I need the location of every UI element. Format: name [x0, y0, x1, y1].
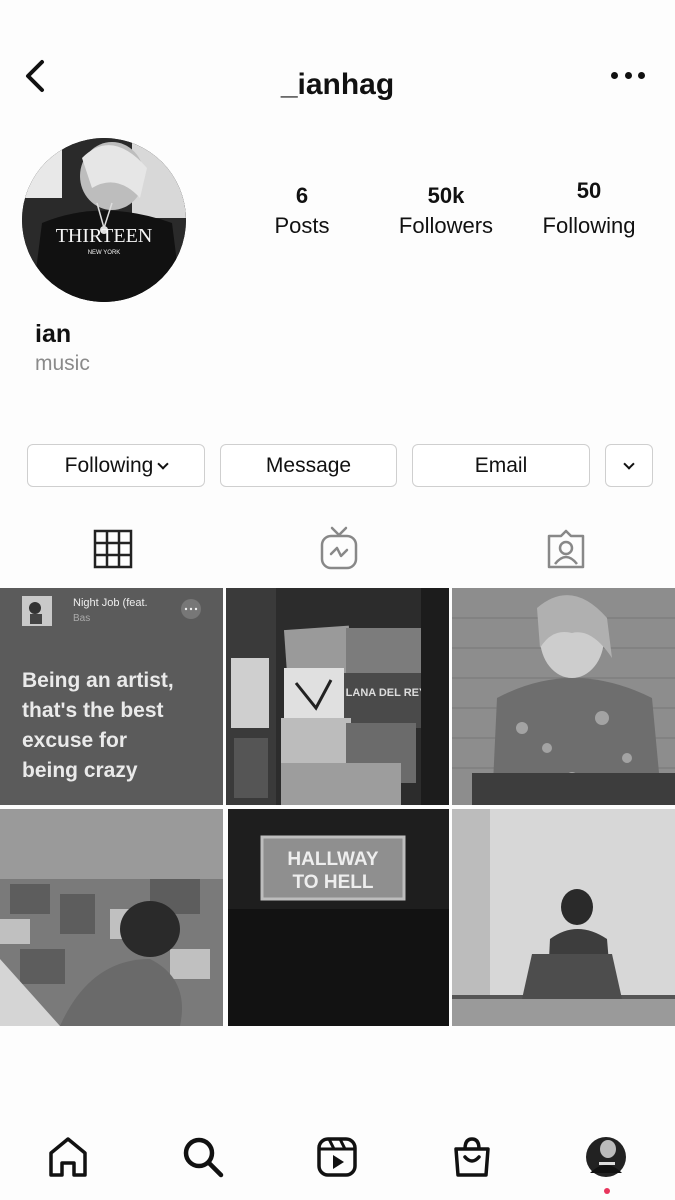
- following-button[interactable]: Following: [27, 444, 205, 487]
- more-options-button[interactable]: [611, 64, 645, 86]
- profile-display-name: ian: [35, 320, 72, 348]
- email-button[interactable]: Email: [412, 444, 590, 487]
- avatar-photo: THIRTEEN NEW YORK: [22, 138, 186, 302]
- post-thumbnail-2[interactable]: LANA DEL REY: [226, 588, 449, 805]
- profile-bio: music: [35, 352, 90, 375]
- dot: [638, 71, 645, 79]
- sign-line-2: TO HELL: [293, 872, 374, 893]
- posts-label: Posts: [274, 213, 330, 238]
- shop-icon: [454, 1137, 490, 1177]
- song-artist: Bas: [73, 613, 90, 624]
- tab-posts-grid[interactable]: [88, 524, 138, 574]
- grid-icon: [93, 529, 133, 569]
- search-icon: [183, 1137, 224, 1178]
- post-thumbnail-6[interactable]: [452, 809, 675, 1026]
- profile-avatar-icon: [586, 1137, 626, 1177]
- post-thumbnail-5[interactable]: HALLWAY TO HELL: [228, 809, 449, 1026]
- following-label: Following: [542, 213, 636, 238]
- quote-line: being crazy: [22, 759, 138, 782]
- nav-profile[interactable]: [581, 1132, 631, 1182]
- dot: [611, 71, 618, 79]
- followers-stat[interactable]: 50k Followers: [386, 183, 506, 239]
- avatar-shirt-subtext: NEW YORK: [88, 250, 121, 256]
- message-button-label: Message: [265, 453, 352, 477]
- profile-header: _ianhag: [0, 0, 675, 130]
- chevron-down-icon: [157, 457, 170, 470]
- message-button[interactable]: Message: [220, 444, 397, 487]
- following-stat[interactable]: 50 Following: [529, 178, 649, 239]
- profile-username: _ianhag: [280, 68, 395, 101]
- igtv-icon: [320, 526, 358, 570]
- suggestions-dropdown-button[interactable]: [605, 444, 653, 487]
- song-title: Night Job (feat.: [73, 597, 148, 609]
- nav-shop[interactable]: [447, 1132, 497, 1182]
- notification-dot: [604, 1188, 610, 1194]
- nav-home[interactable]: [43, 1132, 93, 1182]
- tab-tagged[interactable]: [541, 524, 591, 574]
- email-button-label: Email: [474, 453, 528, 477]
- bottom-navigation: [0, 1110, 675, 1200]
- avatar-shirt-text: THIRTEEN: [56, 225, 153, 247]
- reels-icon: [317, 1137, 357, 1177]
- post-thumbnail-3[interactable]: [452, 588, 675, 805]
- posts-stat[interactable]: 6 Posts: [252, 183, 352, 239]
- dot: [624, 71, 632, 79]
- quote-line: that's the best: [22, 699, 164, 722]
- post-thumbnail-1[interactable]: Night Job (feat. Bas Being an artist, th…: [0, 588, 223, 805]
- quote-line: Being an artist,: [22, 669, 174, 692]
- following-count: 50: [576, 178, 602, 203]
- nav-reels[interactable]: [312, 1132, 362, 1182]
- record-label-text: LANA DEL REY: [346, 687, 427, 699]
- home-icon: [49, 1137, 87, 1177]
- nav-search[interactable]: [178, 1132, 228, 1182]
- followers-label: Followers: [398, 213, 494, 238]
- sign-line-1: HALLWAY: [287, 849, 378, 870]
- following-button-label: Following: [64, 453, 154, 477]
- tab-igtv[interactable]: [314, 524, 364, 574]
- quote-line: excuse for: [22, 729, 127, 752]
- profile-avatar[interactable]: THIRTEEN NEW YORK: [22, 138, 186, 302]
- posts-count: 6: [295, 183, 309, 208]
- followers-count: 50k: [427, 183, 465, 208]
- post-thumbnail-4[interactable]: [0, 809, 223, 1026]
- chevron-down-icon: [623, 457, 635, 470]
- tagged-icon: [547, 529, 585, 569]
